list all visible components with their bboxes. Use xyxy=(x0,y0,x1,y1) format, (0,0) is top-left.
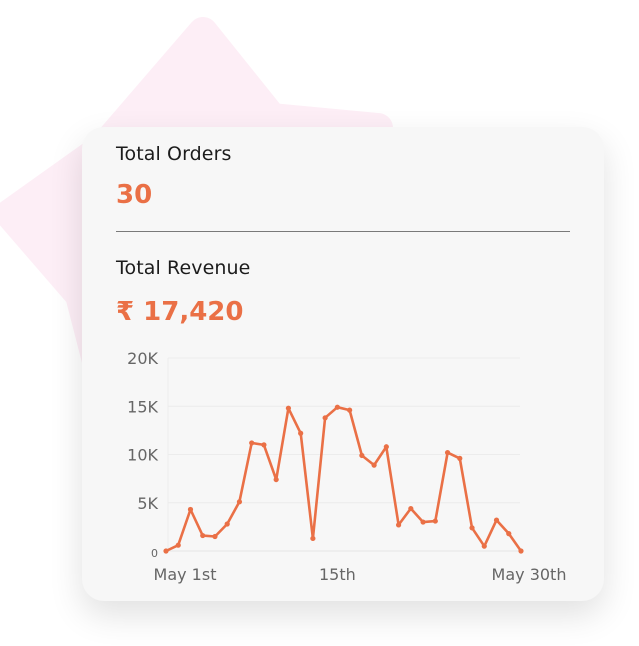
data-point xyxy=(518,548,524,554)
data-point xyxy=(493,517,500,523)
stats-card: Total Orders 30 Total Revenue ₹ 17,420 0… xyxy=(82,127,604,601)
revenue-line xyxy=(164,405,523,553)
data-point xyxy=(249,440,255,446)
x-tick-label: May 1st xyxy=(154,565,217,584)
data-point xyxy=(236,499,243,505)
data-point xyxy=(310,535,316,542)
data-point xyxy=(371,462,377,468)
data-point xyxy=(408,505,414,512)
x-tick-label: 15th xyxy=(319,565,356,584)
y-tick-label: 5K xyxy=(137,494,158,513)
data-point xyxy=(506,531,512,537)
data-point xyxy=(383,444,389,450)
data-point xyxy=(322,415,328,421)
y-tick-label: 10K xyxy=(127,446,158,465)
data-point xyxy=(432,518,438,524)
y-tick-label: 0 xyxy=(151,547,158,560)
data-point xyxy=(163,548,169,554)
data-point xyxy=(175,542,181,548)
data-point xyxy=(261,442,267,448)
data-point xyxy=(444,449,451,456)
data-point xyxy=(200,532,206,539)
data-point xyxy=(334,404,340,410)
revenue-chart: 0 5K 10K 15K 20K May 1st 15th May 30th xyxy=(127,349,567,584)
stage: Total Orders 30 Total Revenue ₹ 17,420 0… xyxy=(0,0,639,646)
data-point xyxy=(224,521,230,527)
y-tick-label: 15K xyxy=(127,397,158,416)
data-point xyxy=(212,533,218,540)
data-point xyxy=(395,522,402,528)
data-point xyxy=(347,407,353,413)
data-point xyxy=(285,405,292,411)
data-point xyxy=(298,430,304,436)
data-point xyxy=(273,476,279,483)
data-point xyxy=(187,506,194,513)
data-point xyxy=(359,452,365,459)
data-point xyxy=(469,525,475,531)
data-point xyxy=(420,519,426,525)
data-point xyxy=(481,543,487,549)
y-tick-label: 20K xyxy=(127,349,158,368)
x-tick-label: May 30th xyxy=(492,565,567,584)
data-point xyxy=(457,455,463,461)
